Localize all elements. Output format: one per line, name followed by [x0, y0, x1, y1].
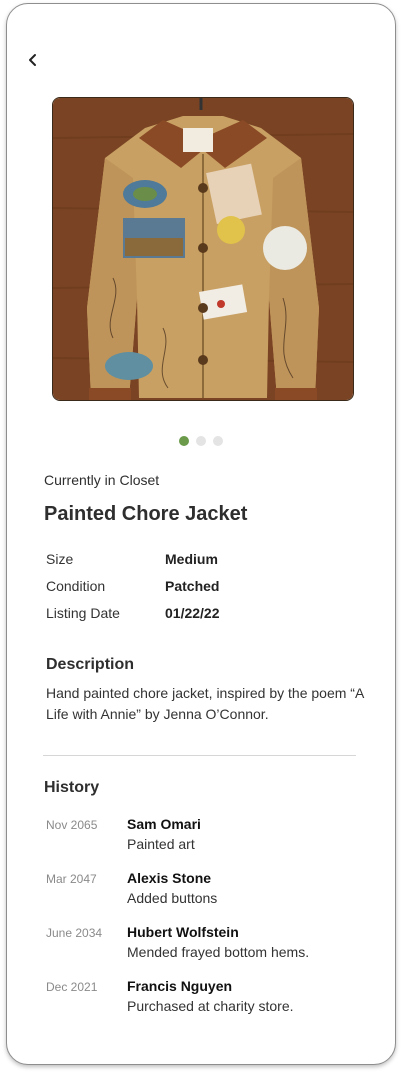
history-note: Painted art — [127, 836, 195, 852]
divider — [43, 755, 356, 756]
history-heading: History — [44, 779, 100, 796]
detail-value: Medium — [165, 550, 218, 567]
history-note: Added buttons — [127, 890, 218, 906]
description-text: Hand painted chore jacket, inspired by t… — [46, 685, 364, 722]
history-date: Mar 2047 — [46, 872, 97, 886]
history-owner: Alexis Stone — [127, 870, 212, 886]
item-title: Painted Chore Jacket — [44, 503, 248, 525]
history-entry: Dec 2021 Francis Nguyen Purchased at cha… — [46, 977, 366, 1031]
description-heading: Description — [46, 656, 135, 673]
phone-frame: Currently in Closet Painted Chore Jacket… — [6, 3, 396, 1065]
item-status: Currently in Closet — [44, 472, 160, 488]
carousel-dot[interactable] — [196, 436, 206, 446]
history-list: Nov 2065 Sam Omari Painted art Mar 2047 … — [46, 815, 366, 1031]
chevron-left-icon — [29, 54, 36, 66]
detail-label: Listing Date — [46, 604, 120, 621]
history-note: Purchased at charity store. — [127, 998, 294, 1014]
detail-row-size: Size Medium — [46, 545, 366, 572]
detail-row-condition: Condition Patched — [46, 572, 366, 599]
detail-value: Patched — [165, 577, 220, 594]
detail-row-listing-date: Listing Date 01/22/22 — [46, 599, 366, 626]
detail-label: Size — [46, 550, 74, 567]
jacket-image — [53, 98, 353, 400]
history-entry: June 2034 Hubert Wolfstein Mended frayed… — [46, 923, 366, 977]
history-note: Mended frayed bottom hems. — [127, 944, 310, 960]
back-button[interactable] — [21, 48, 45, 72]
product-photo[interactable] — [52, 97, 354, 401]
carousel-dot[interactable] — [179, 436, 189, 446]
history-date: June 2034 — [46, 926, 103, 940]
item-details: Size Medium Condition Patched Listing Da… — [46, 545, 366, 626]
history-date: Dec 2021 — [46, 980, 98, 994]
history-entry: Mar 2047 Alexis Stone Added buttons — [46, 869, 366, 923]
carousel-dot[interactable] — [213, 436, 223, 446]
history-owner: Sam Omari — [127, 816, 201, 832]
history-owner: Hubert Wolfstein — [127, 924, 239, 940]
carousel-dots — [7, 436, 395, 446]
history-entry: Nov 2065 Sam Omari Painted art — [46, 815, 366, 869]
detail-label: Condition — [46, 577, 106, 594]
history-date: Nov 2065 — [46, 818, 98, 832]
history-owner: Francis Nguyen — [127, 978, 233, 994]
detail-value: 01/22/22 — [165, 604, 220, 621]
